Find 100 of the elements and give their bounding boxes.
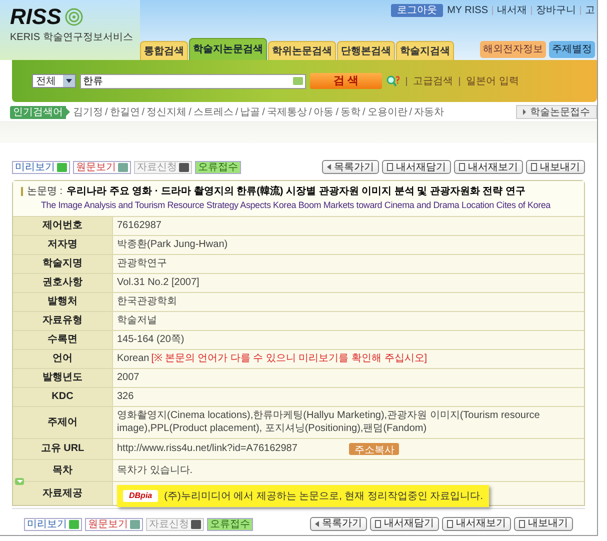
logo-subtitle: KERIS 학술연구정보서비스 bbox=[10, 31, 134, 45]
toolbar-button[interactable]: 내서재보기 bbox=[442, 516, 511, 530]
back-arrow-icon bbox=[327, 164, 331, 170]
search-link[interactable]: 고급검색 bbox=[413, 74, 453, 88]
separator: / bbox=[142, 106, 145, 120]
popular-term[interactable]: 김기정 bbox=[73, 104, 103, 120]
field-value: 2007 bbox=[117, 371, 140, 384]
paper-label: 논문명 : bbox=[27, 185, 63, 199]
field-label: 자료제공 bbox=[42, 486, 82, 500]
top-link[interactable]: 장바구니 bbox=[536, 3, 576, 18]
field-label: 제어번호 bbox=[42, 219, 82, 233]
popular-term[interactable]: 한길연 bbox=[110, 104, 140, 120]
button-icon bbox=[191, 520, 201, 528]
search-field[interactable]: 한류 bbox=[80, 74, 306, 88]
field-label: 권호사항 bbox=[42, 276, 82, 290]
separator: / bbox=[188, 106, 192, 120]
popular-term[interactable]: 동학 bbox=[340, 104, 360, 120]
toolbar-button[interactable]: 목록가기 bbox=[310, 516, 367, 530]
field-value: 326 bbox=[117, 390, 134, 403]
separator: / bbox=[362, 106, 366, 120]
side-button[interactable]: 해외전자정보 bbox=[480, 41, 546, 58]
document-icon bbox=[387, 163, 393, 171]
field-value: 한국관광학회 bbox=[117, 295, 177, 308]
top-link[interactable]: 내서재 bbox=[497, 3, 527, 18]
back-arrow-icon bbox=[315, 520, 319, 526]
document-icon bbox=[519, 520, 525, 528]
search-help-icon[interactable] bbox=[386, 75, 400, 87]
popular-term[interactable]: 정신지체 bbox=[146, 104, 187, 120]
field-label: 저자명 bbox=[48, 238, 78, 252]
field-value: Vol.31 No.2 [2007] bbox=[117, 276, 200, 289]
field-value: 관광학연구 bbox=[117, 257, 167, 270]
document-icon bbox=[531, 163, 537, 171]
search-tab[interactable]: 통합검색 bbox=[140, 41, 188, 60]
field-label: 주제어 bbox=[48, 416, 78, 430]
arrow-icon bbox=[66, 108, 70, 116]
popular-term[interactable]: 국제통상 bbox=[266, 104, 307, 120]
field-value: 영화촬영지(Cinema locations),한류마케팅(Hallyu Marketing),관광자원 이미지(Tourism resource image),PPL(Product placement), 포지셔닝(Positioning),팬덤(Fandom) bbox=[117, 409, 541, 435]
provider-logo: DBpia bbox=[123, 490, 158, 502]
button-icon bbox=[179, 163, 189, 172]
field-label: 발행년도 bbox=[42, 371, 82, 385]
popular-label: 인기검색어 bbox=[10, 106, 66, 118]
field-label: KDC bbox=[52, 390, 74, 404]
submit-paper-button[interactable]: 학술논문접수 bbox=[516, 105, 597, 119]
field-value: 박종환(Park Jung-Hwan) bbox=[117, 238, 228, 251]
separator: / bbox=[262, 106, 265, 120]
toolbar-button[interactable]: 내서재보기 bbox=[454, 160, 523, 174]
toolbar-button[interactable]: 내보내기 bbox=[526, 160, 585, 174]
search-tab[interactable]: 학위논문검색 bbox=[268, 41, 336, 60]
target-icon bbox=[65, 8, 84, 26]
field-label: 수록면 bbox=[48, 333, 78, 347]
popular-term[interactable]: 아동 bbox=[314, 104, 334, 120]
search-tab[interactable]: 학술지논문검색 bbox=[189, 38, 267, 60]
button-icon bbox=[69, 520, 79, 528]
popular-term[interactable]: 스트레스 bbox=[193, 104, 234, 120]
popular-term[interactable]: 납골 bbox=[240, 104, 260, 120]
popular-term[interactable]: 오용이란 bbox=[367, 104, 408, 120]
side-button[interactable]: 주제별정 bbox=[549, 41, 595, 58]
search-link[interactable]: 일본어 입력 bbox=[466, 74, 519, 88]
separator: / bbox=[105, 106, 108, 120]
toolbar-button[interactable]: 목록가기 bbox=[322, 160, 379, 174]
logout-button[interactable]: 로그아웃 bbox=[391, 4, 444, 17]
top-link[interactable]: 고 bbox=[585, 3, 595, 18]
field-value: Korean [※ 본문의 언어가 다를 수 있으니 미리보기를 확인해 주십시오] bbox=[117, 352, 428, 365]
field-value: 목차가 있습니다. bbox=[117, 464, 193, 476]
field-value: 145-164 (20쪽) bbox=[117, 333, 184, 346]
field-value: http://www.riss4u.net/link?id=A76162987 bbox=[117, 442, 298, 455]
document-icon bbox=[375, 520, 381, 528]
toolbar-button[interactable]: 내보내기 bbox=[514, 516, 573, 530]
search-button[interactable]: 검 색 bbox=[310, 73, 382, 89]
paper-title-english: The Image Analysis and Tourism Resource Strategy Aspects Korea Boom Markets toward Cinema and Drama Location Cites of Korea bbox=[40, 199, 552, 212]
toolbar-button[interactable]: 내서재담기 bbox=[382, 160, 451, 174]
popular-term[interactable]: 자동차 bbox=[414, 104, 444, 120]
document-icon bbox=[447, 520, 453, 528]
field-label: 학술지명 bbox=[42, 257, 82, 271]
top-link[interactable]: MY RISS bbox=[447, 3, 488, 18]
field-label: 목차 bbox=[52, 464, 72, 478]
field-value: 76162987 bbox=[117, 219, 162, 232]
logo-wordmark[interactable]: RISS bbox=[10, 6, 62, 28]
search-tab[interactable]: 단행본검색 bbox=[337, 41, 395, 60]
paper-title: 우리나라 주요 영화 · 드라마 촬영지의 한류(韓流) 시장별 관광자원 이미지 분석 및 관광자원화 전략 연구 bbox=[66, 184, 526, 199]
toolbar-button[interactable]: 원문보기 bbox=[73, 161, 131, 174]
button-icon bbox=[57, 163, 67, 172]
separator: / bbox=[409, 106, 412, 120]
toolbar-button[interactable]: 원문보기 bbox=[85, 518, 143, 530]
field-label: 자료유형 bbox=[42, 314, 82, 328]
provider-message: (주)누리미디어 에서 제공하는 논문으로, 현재 정리작업중인 자료입니다. bbox=[164, 490, 484, 504]
separator: / bbox=[235, 106, 238, 120]
separator: / bbox=[336, 106, 338, 120]
scope-dropdown[interactable]: 전체 bbox=[32, 74, 76, 88]
toolbar-button[interactable]: 미리보기 bbox=[24, 518, 82, 530]
field-label: 언어 bbox=[52, 352, 72, 366]
toggle-button[interactable] bbox=[15, 478, 24, 484]
search-tab[interactable]: 학술지검색 bbox=[396, 41, 454, 60]
button-icon bbox=[118, 163, 128, 172]
toolbar-button[interactable]: 오류접수 bbox=[207, 518, 253, 530]
toolbar-button[interactable]: 미리보기 bbox=[12, 161, 70, 174]
toolbar-button[interactable]: 내서재담기 bbox=[370, 516, 439, 530]
field-label: 고유 URL bbox=[40, 442, 84, 456]
toolbar-button[interactable]: 오류접수 bbox=[195, 161, 241, 174]
separator: / bbox=[308, 106, 312, 120]
